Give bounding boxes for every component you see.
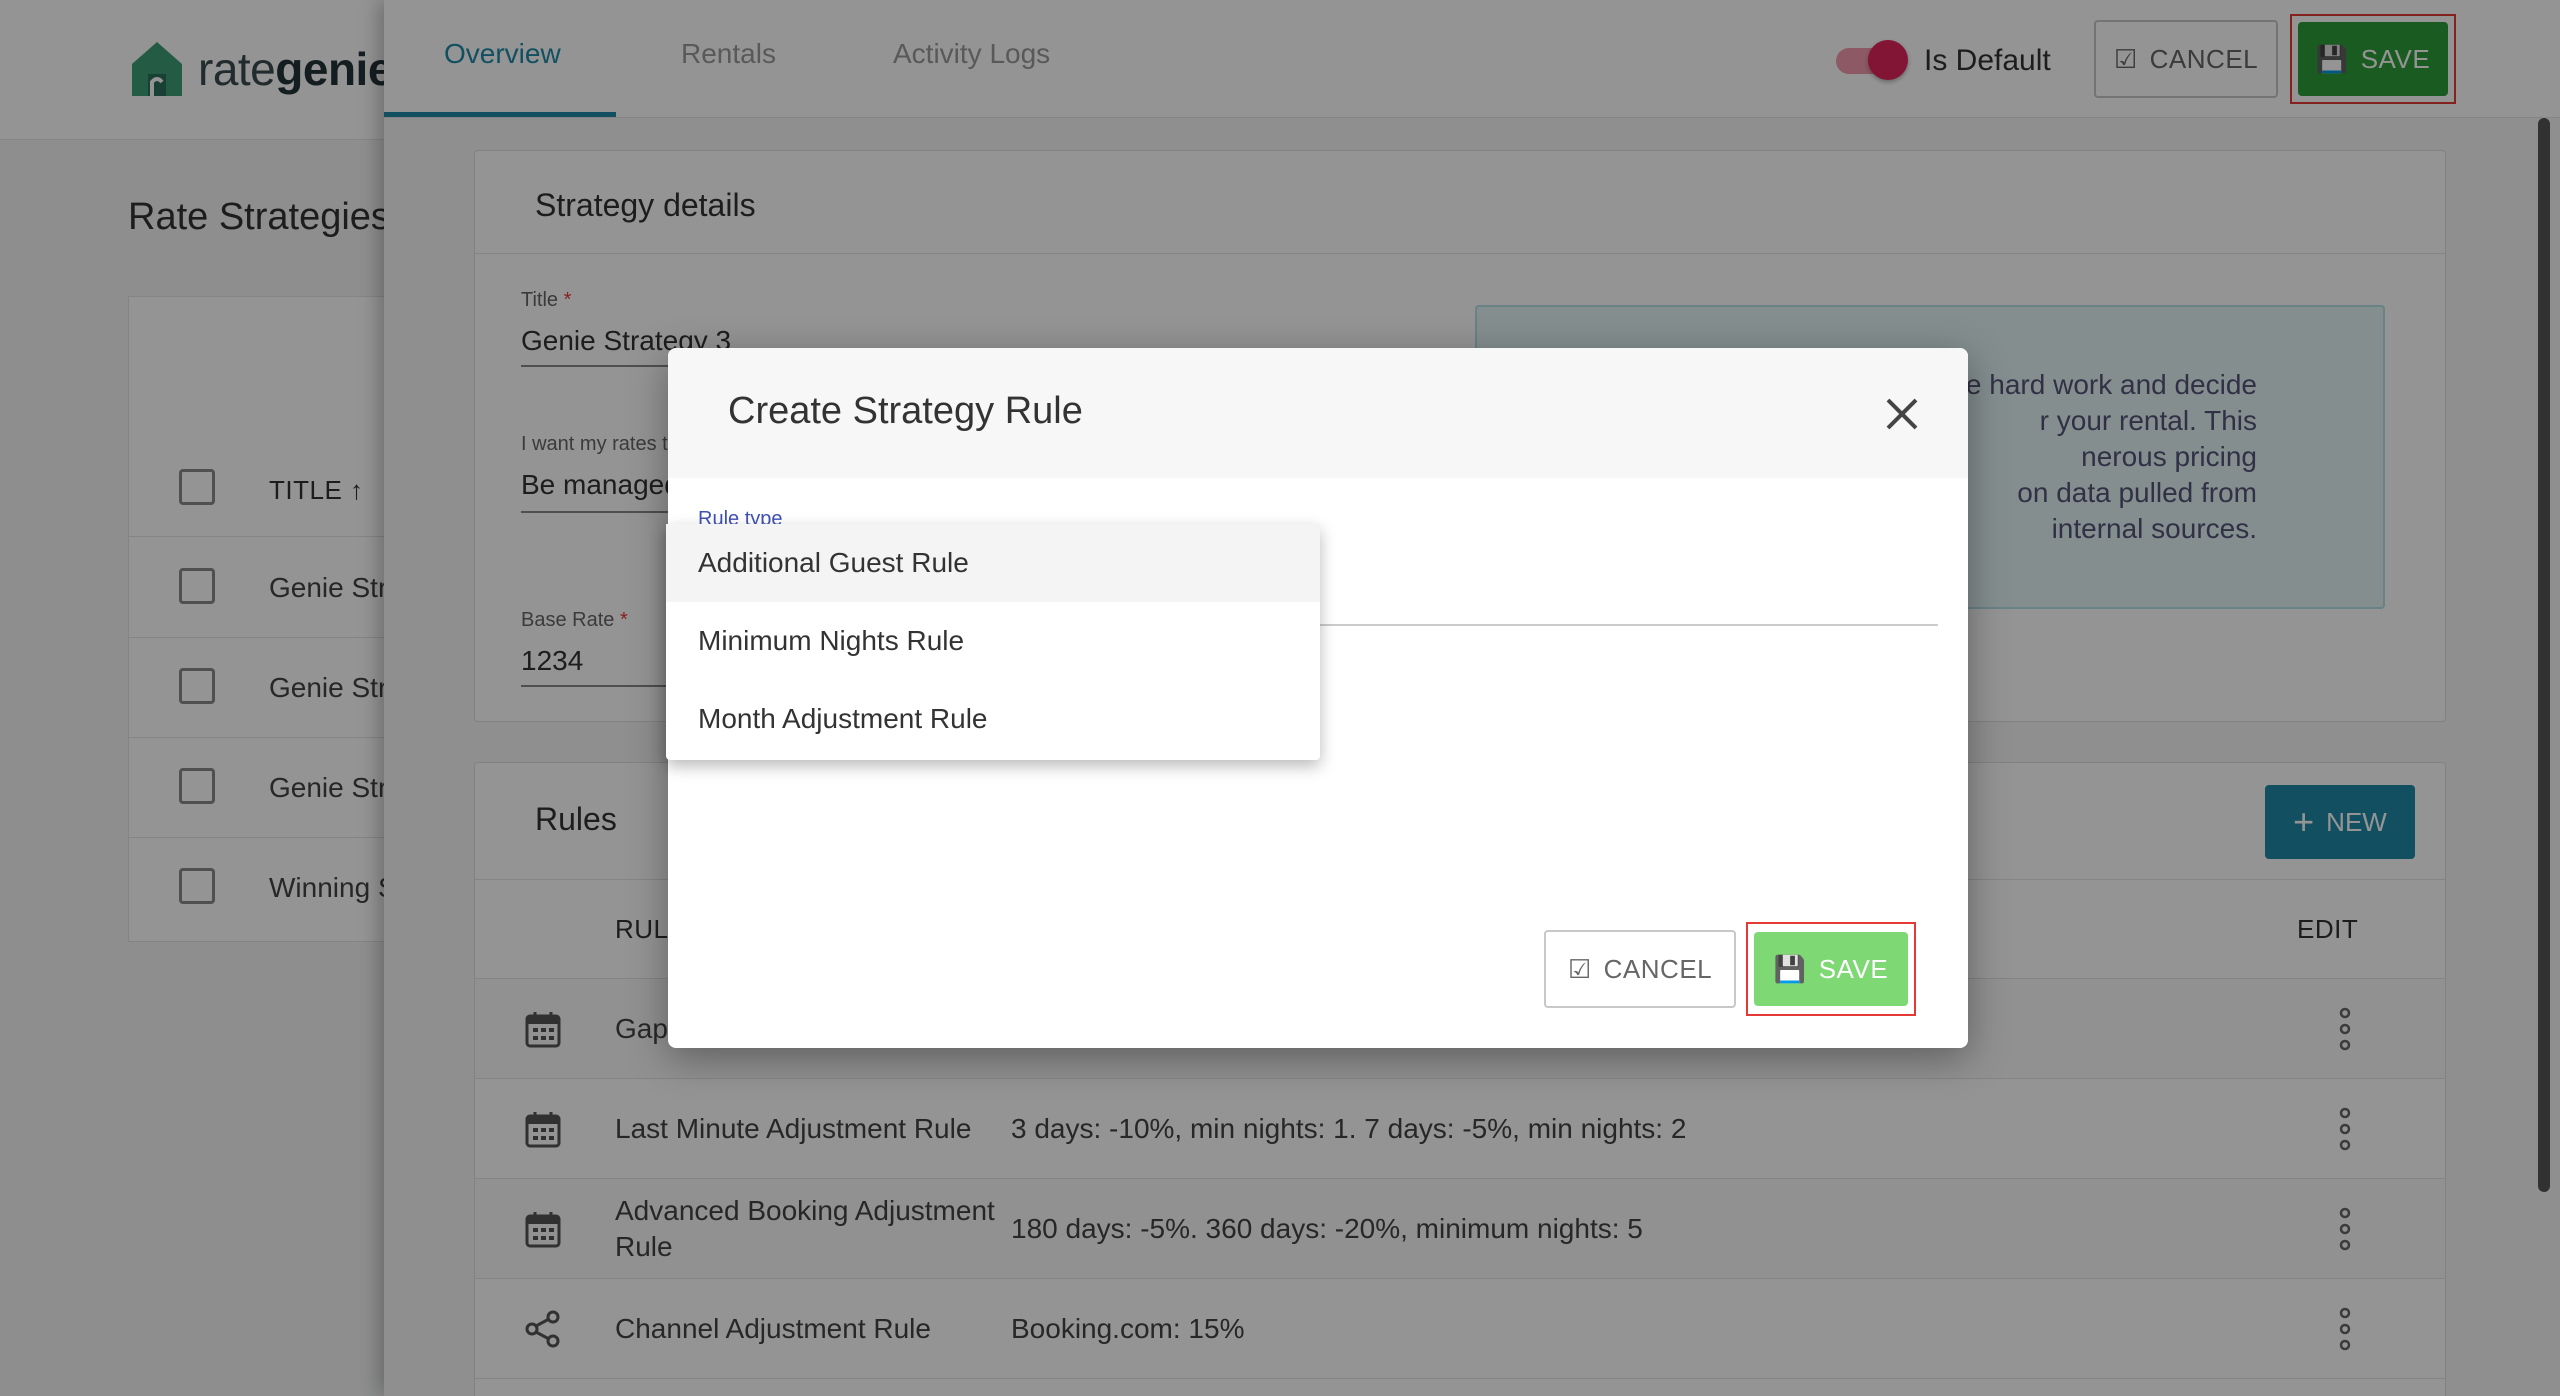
modal-cancel-button[interactable]: ☑ CANCEL: [1544, 930, 1736, 1008]
modal-header: Create Strategy Rule: [668, 348, 1968, 478]
close-icon[interactable]: [1882, 394, 1922, 434]
option-additional-guest-rule[interactable]: Additional Guest Rule: [666, 524, 1320, 602]
rule-type-dropdown: Additional Guest Rule Minimum Nights Rul…: [666, 524, 1320, 760]
option-month-adjustment-rule[interactable]: Month Adjustment Rule: [666, 680, 1320, 758]
save-highlight: [1746, 922, 1916, 1016]
modal-title: Create Strategy Rule: [728, 390, 1083, 432]
cancel-label: CANCEL: [1603, 953, 1713, 984]
checkbox-icon: ☑: [1567, 953, 1592, 984]
option-minimum-nights-rule[interactable]: Minimum Nights Rule: [666, 602, 1320, 680]
